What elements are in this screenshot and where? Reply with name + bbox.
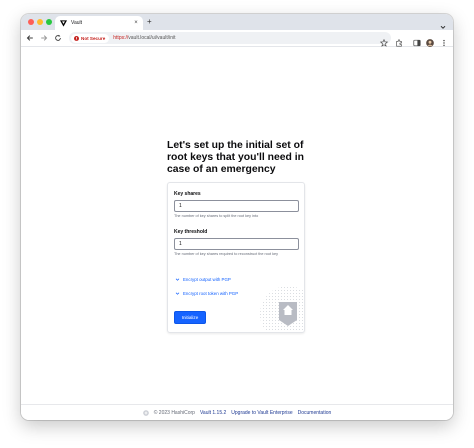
forward-button[interactable] [40, 34, 48, 42]
key-threshold-label: Key threshold [174, 229, 208, 235]
vault-watermark-icon [260, 286, 304, 332]
zoom-window-button[interactable] [46, 19, 52, 25]
url-scheme: https:// [113, 35, 129, 41]
security-indicator[interactable]: Not Secure [71, 33, 110, 43]
copyright-text: © 2023 HashiCorp [153, 410, 195, 416]
window-controls [28, 19, 52, 25]
back-button[interactable] [26, 34, 34, 42]
tab-search-chevron-icon[interactable] [439, 18, 447, 29]
close-window-button[interactable] [28, 19, 34, 25]
documentation-link[interactable]: Documentation [298, 410, 332, 416]
reload-icon [55, 34, 61, 41]
encrypt-output-label: Encrypt output with PGP [183, 277, 231, 282]
key-threshold-help: The number of key shares required to rec… [174, 252, 279, 256]
key-shares-label: Key shares [174, 191, 201, 197]
init-form-card: Key shares The number of key shares to s… [167, 182, 305, 333]
tab-close-icon[interactable]: × [132, 20, 140, 26]
chevron-down-icon [175, 278, 180, 281]
page-content: Let's set up the initial set of root key… [21, 47, 453, 420]
browser-toolbar: Not Secure https://vault.local/ui/vault/… [21, 30, 453, 47]
upgrade-link[interactable]: Upgrade to Vault Enterprise [231, 410, 292, 416]
vault-version-link[interactable]: Vault 1.15.2 [200, 410, 226, 416]
hashicorp-logo-icon [142, 410, 149, 416]
minimize-window-button[interactable] [37, 19, 43, 25]
encrypt-root-label: Encrypt root token with PGP [183, 291, 239, 296]
page-title: Let's set up the initial set of root key… [167, 140, 304, 175]
side-panel-icon[interactable] [413, 34, 421, 47]
url-text[interactable]: https://vault.local/ui/vault/init [113, 35, 175, 41]
profile-avatar-icon[interactable] [426, 34, 434, 47]
extensions-icon[interactable] [395, 34, 403, 47]
key-shares-input[interactable] [174, 200, 299, 212]
address-bar[interactable]: Not Secure https://vault.local/ui/vault/… [69, 32, 391, 47]
chevron-down-icon [175, 292, 180, 295]
new-tab-button[interactable]: + [147, 17, 152, 27]
tab-title: Vault [71, 20, 83, 26]
arrow-left-icon [26, 35, 33, 41]
tab-strip: Vault × + [21, 14, 453, 30]
key-shares-help: The number of key shares to split the ro… [174, 214, 259, 218]
initialize-button[interactable]: Initialize [174, 311, 206, 324]
browser-window: Vault × + Not Secure https://vault.local… [21, 14, 453, 420]
vault-logo-icon [60, 19, 67, 27]
encrypt-root-token-pgp-toggle[interactable]: Encrypt root token with PGP [175, 291, 238, 296]
reload-button[interactable] [54, 34, 62, 42]
more-options-icon[interactable] [440, 34, 448, 47]
url-path: vault.local/ui/vault/init [128, 35, 176, 41]
bookmark-star-icon[interactable] [379, 34, 389, 47]
browser-tab-vault[interactable]: Vault × [55, 16, 143, 30]
arrow-right-icon [41, 35, 48, 41]
page-footer: © 2023 HashiCorp Vault 1.15.2 Upgrade to… [21, 404, 453, 420]
security-label: Not Secure [81, 35, 106, 41]
encrypt-output-pgp-toggle[interactable]: Encrypt output with PGP [175, 277, 231, 282]
warning-icon [74, 35, 79, 41]
key-threshold-input[interactable] [174, 238, 299, 250]
